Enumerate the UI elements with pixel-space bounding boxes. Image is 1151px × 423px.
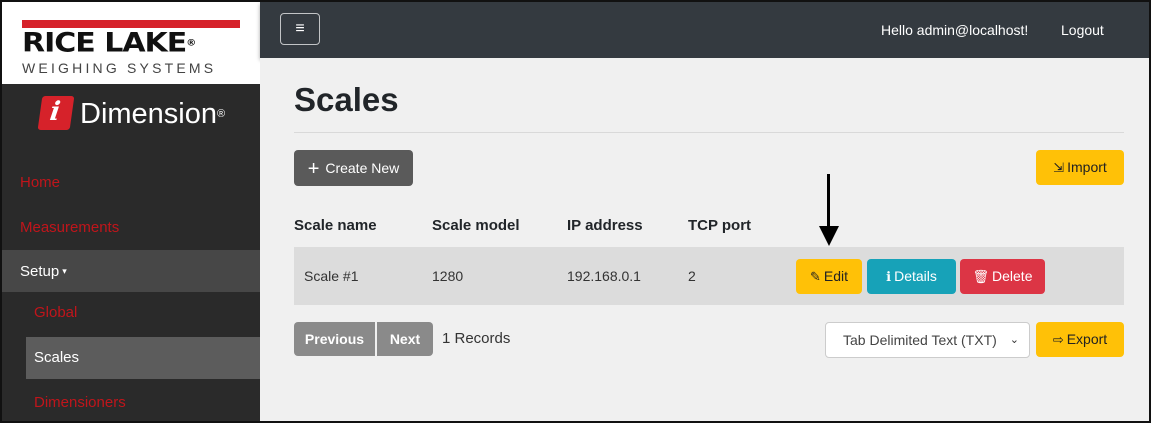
previous-page-button[interactable]: Previous xyxy=(294,322,375,356)
delete-label: Delete xyxy=(992,268,1033,284)
sidebar-item-dimensioners[interactable]: Dimensioners xyxy=(2,382,260,421)
column-header-tcp-port: TCP port xyxy=(688,217,752,234)
annotation-arrow-shaft xyxy=(827,174,830,229)
top-navbar: ≡ Hello admin@localhost! Logout xyxy=(260,2,1149,58)
caret-down-icon: ▾ xyxy=(62,266,67,276)
trash-icon: 🗑 xyxy=(972,269,990,284)
brand-name: RICE LAKE® xyxy=(22,27,196,59)
logout-link[interactable]: Logout xyxy=(1061,21,1104,39)
sidebar-item-measurements[interactable]: Measurements xyxy=(2,207,260,249)
export-button[interactable]: ⇨ Export xyxy=(1036,322,1124,357)
export-icon: ⇨ xyxy=(1052,332,1064,347)
app-window: RICE LAKE® WEIGHING SYSTEMS i Dimension®… xyxy=(0,0,1151,423)
import-button[interactable]: ⇲ Import xyxy=(1036,150,1124,185)
export-format-value: Tab Delimited Text (TXT) xyxy=(843,332,997,348)
sidebar-item-setup[interactable]: Setup ▾ xyxy=(2,250,260,292)
delete-button[interactable]: 🗑 Delete xyxy=(960,259,1045,294)
main-content: Scales + Create New ⇲ Import Scale name S… xyxy=(260,58,1149,421)
sidebar-item-global[interactable]: Global xyxy=(2,292,260,334)
product-i-icon: i xyxy=(37,96,75,130)
create-new-label: Create New xyxy=(325,160,400,176)
page-title: Scales xyxy=(294,81,399,118)
details-button[interactable]: ℹ Details xyxy=(867,259,956,294)
export-format-select[interactable]: Tab Delimited Text (TXT) ⌄ xyxy=(825,322,1030,358)
brand-subtitle: WEIGHING SYSTEMS xyxy=(22,60,217,76)
sidebar-item-home[interactable]: Home xyxy=(2,162,260,204)
edit-label: Edit xyxy=(823,268,849,284)
sidebar-item-scales[interactable]: Scales xyxy=(26,337,260,379)
title-divider xyxy=(294,132,1124,133)
sidebar: RICE LAKE® WEIGHING SYSTEMS i Dimension®… xyxy=(2,2,260,421)
details-label: Details xyxy=(894,268,937,284)
export-label: Export xyxy=(1066,331,1108,347)
column-header-ip-address: IP address xyxy=(567,217,643,234)
chevron-down-icon: ⌄ xyxy=(1009,334,1019,346)
import-icon: ⇲ xyxy=(1053,160,1065,175)
cell-ip-address: 192.168.0.1 xyxy=(567,268,641,284)
records-count: 1 Records xyxy=(442,330,511,347)
cell-scale-name: Scale #1 xyxy=(304,268,359,284)
create-new-button[interactable]: + Create New xyxy=(294,150,413,186)
annotation-arrow-head-icon xyxy=(819,226,839,246)
info-icon: ℹ xyxy=(886,269,892,284)
sidebar-item-label: Setup xyxy=(20,263,60,280)
cell-scale-model: 1280 xyxy=(432,268,464,284)
product-logo: i Dimension® xyxy=(2,84,260,144)
edit-button[interactable]: ✎ Edit xyxy=(796,259,862,294)
hamburger-icon: ≡ xyxy=(295,20,305,37)
import-label: Import xyxy=(1067,159,1107,175)
next-page-button[interactable]: Next xyxy=(377,322,433,356)
plus-icon: + xyxy=(307,158,320,180)
edit-icon: ✎ xyxy=(809,269,821,284)
column-header-scale-model: Scale model xyxy=(432,217,520,234)
menu-toggle-button[interactable]: ≡ xyxy=(280,13,320,45)
user-greeting: Hello admin@localhost! xyxy=(881,22,1029,38)
cell-tcp-port: 2 xyxy=(688,268,696,284)
product-name: Dimension® xyxy=(80,98,226,130)
column-header-scale-name: Scale name xyxy=(294,217,377,234)
